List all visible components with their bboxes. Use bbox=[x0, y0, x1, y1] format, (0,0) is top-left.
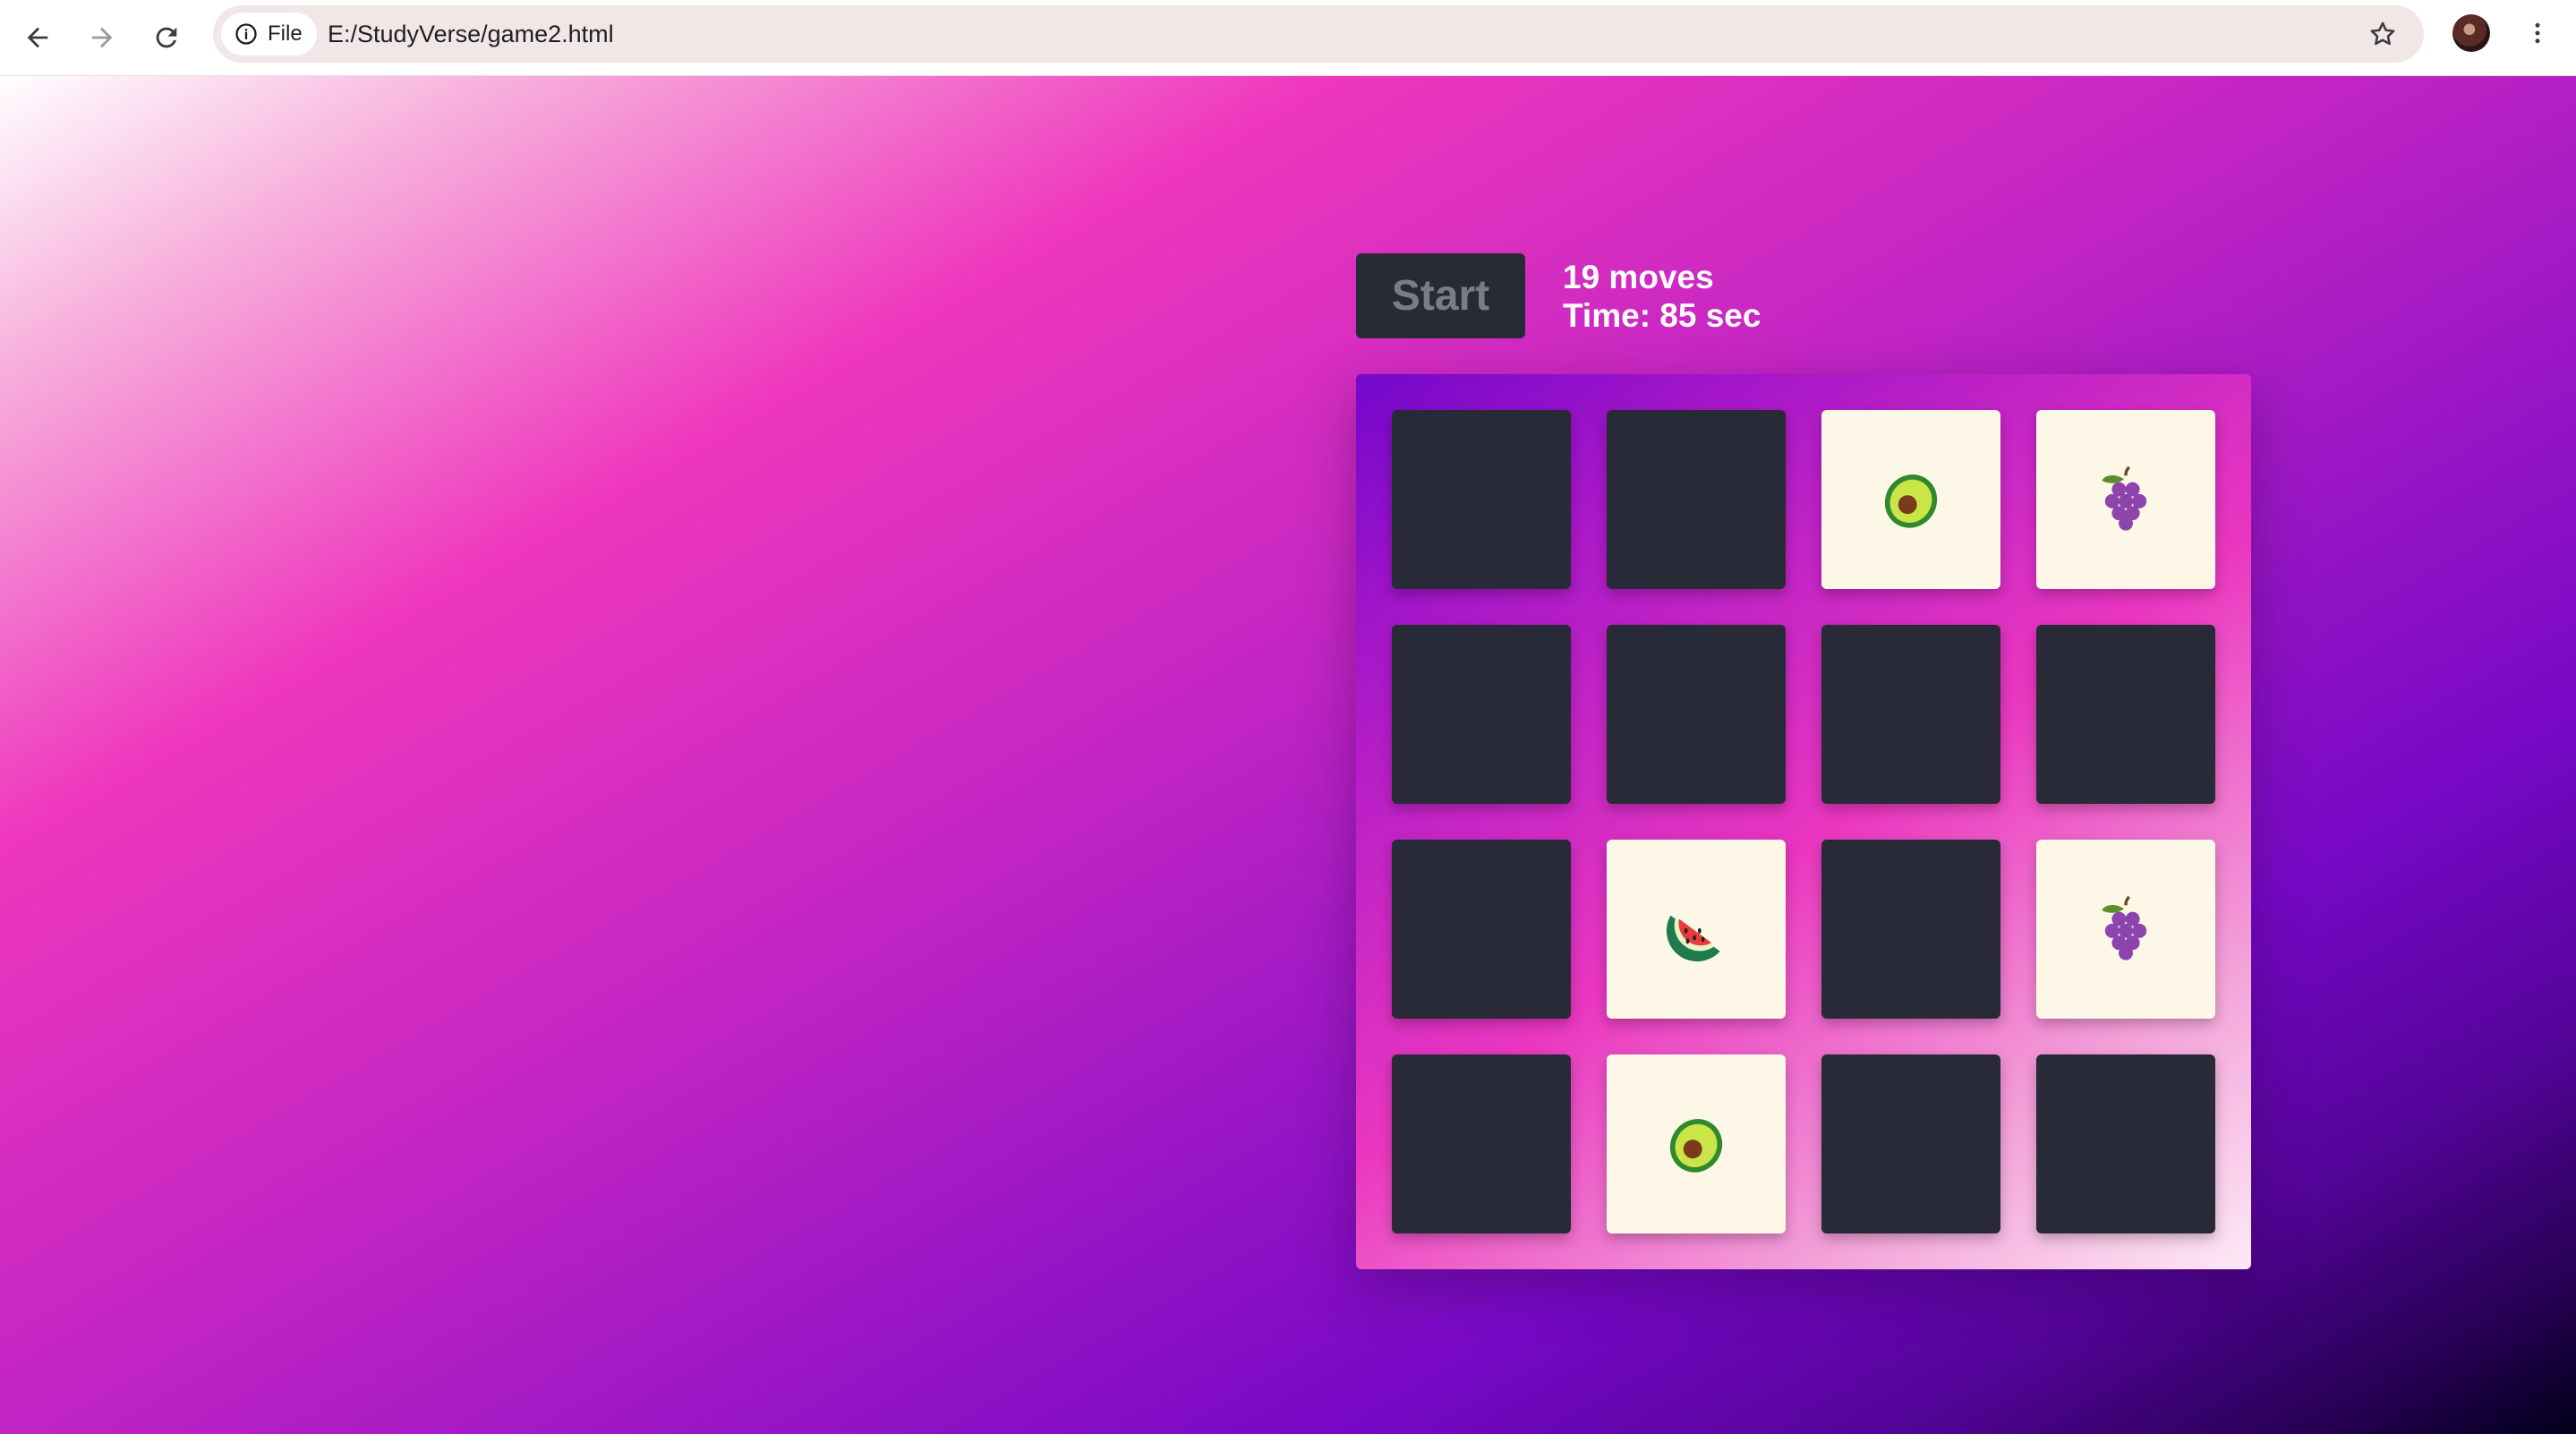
card-hidden[interactable] bbox=[1607, 625, 1786, 804]
browser-menu-button[interactable] bbox=[2517, 13, 2558, 54]
reload-icon bbox=[156, 27, 177, 48]
info-icon bbox=[235, 23, 257, 45]
card-hidden[interactable] bbox=[2036, 1054, 2215, 1233]
card-hidden[interactable] bbox=[2036, 625, 2215, 804]
more-vertical-icon bbox=[2535, 22, 2540, 44]
game-controls: Start 19 moves Time: 85 sec bbox=[1356, 253, 1761, 338]
page-background: Start 19 moves Time: 85 sec bbox=[0, 76, 2576, 1434]
card-avocado[interactable] bbox=[1607, 1054, 1786, 1233]
card-hidden[interactable] bbox=[1392, 410, 1571, 589]
card-grapes[interactable] bbox=[2036, 410, 2215, 589]
card-hidden[interactable] bbox=[1821, 625, 2000, 804]
avocado-icon bbox=[1884, 474, 1938, 528]
game-board bbox=[1356, 374, 2251, 1269]
star-icon bbox=[2370, 21, 2395, 46]
site-chip-label: File bbox=[268, 21, 303, 46]
reload-button[interactable] bbox=[141, 13, 192, 63]
moves-counter: 19 moves bbox=[1563, 258, 1714, 295]
card-hidden[interactable] bbox=[1607, 410, 1786, 589]
start-button[interactable]: Start bbox=[1356, 253, 1525, 338]
card-avocado[interactable] bbox=[1821, 410, 2000, 589]
url-text[interactable]: E:/StudyVerse/game2.html bbox=[328, 5, 614, 63]
site-info-chip[interactable]: File bbox=[221, 13, 317, 55]
timer: Time: 85 sec bbox=[1563, 296, 1761, 334]
address-bar[interactable]: File E:/StudyVerse/game2.html bbox=[213, 5, 2424, 63]
bookmark-button[interactable] bbox=[2363, 14, 2402, 54]
grapes-icon bbox=[2102, 895, 2147, 960]
card-watermelon[interactable] bbox=[1607, 840, 1786, 1019]
grapes-icon bbox=[2102, 465, 2147, 531]
watermelon-icon bbox=[1666, 915, 1720, 962]
arrow-right-icon bbox=[91, 27, 113, 48]
browser-toolbar: File E:/StudyVerse/game2.html bbox=[0, 0, 2576, 76]
card-hidden[interactable] bbox=[1821, 840, 2000, 1019]
game-stats: 19 moves Time: 85 sec bbox=[1563, 258, 1761, 335]
back-button[interactable] bbox=[13, 13, 63, 63]
card-hidden[interactable] bbox=[1392, 840, 1571, 1019]
arrow-left-icon bbox=[27, 27, 48, 48]
card-grapes[interactable] bbox=[2036, 840, 2215, 1019]
card-hidden[interactable] bbox=[1392, 1054, 1571, 1233]
forward-button[interactable] bbox=[77, 13, 127, 63]
card-hidden[interactable] bbox=[1821, 1054, 2000, 1233]
card-hidden[interactable] bbox=[1392, 625, 1571, 804]
avatar[interactable] bbox=[2452, 14, 2490, 52]
avocado-icon bbox=[1669, 1119, 1723, 1173]
